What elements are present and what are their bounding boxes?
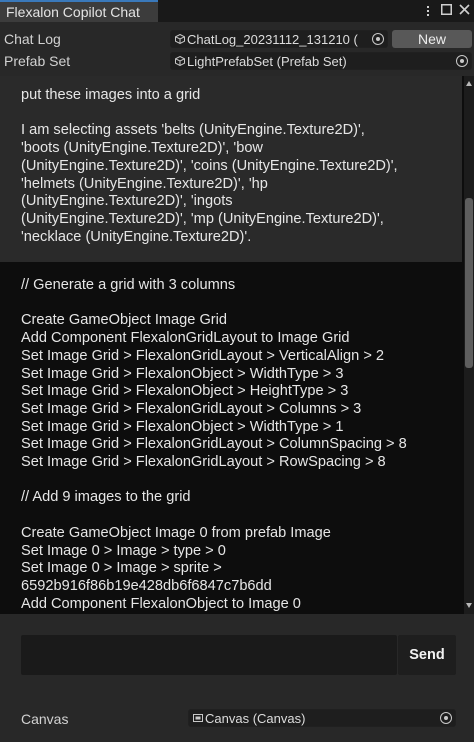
assistant-message-line: Set Image 0 > Image > type > 0 <box>21 542 226 559</box>
chat-log-value: ChatLog_20231112_131210 ( <box>187 32 358 47</box>
object-picker-icon[interactable] <box>440 712 452 724</box>
more-icon[interactable] <box>422 4 434 18</box>
assistant-message-line: // Add 9 images to the grid <box>21 489 191 506</box>
prefab-set-value: LightPrefabSet (Prefab Set) <box>187 54 347 69</box>
chat-log-label: Chat Log <box>4 31 61 47</box>
assistant-message-line: Set Image Grid > FlexalonObject > WidthT… <box>21 365 344 382</box>
user-message-line: put these images into a grid <box>21 87 201 103</box>
assistant-message-line: Add Component FlexalonGridLayout to Imag… <box>21 330 350 347</box>
object-picker-icon[interactable] <box>372 33 384 45</box>
title-bar: Flexalon Copilot Chat <box>0 0 474 22</box>
user-message-line: I am selecting assets 'belts (UnityEngin… <box>21 122 365 139</box>
tab-title: Flexalon Copilot Chat <box>6 4 140 20</box>
footer: Canvas Canvas (Canvas) <box>0 700 474 742</box>
chat-log-field[interactable]: ChatLog_20231112_131210 ( <box>170 30 388 48</box>
assistant-message-line: Set Image Grid > FlexalonObject > WidthT… <box>21 418 344 435</box>
scrollbar-thumb[interactable] <box>465 198 473 368</box>
user-message-line: 'boots (UnityEngine.Texture2D)', 'bow <box>21 140 263 157</box>
assistant-message-line: Set Image Grid > FlexalonObject > Height… <box>21 383 349 400</box>
chat-input[interactable] <box>21 635 397 675</box>
scriptable-object-icon <box>175 34 185 44</box>
user-message-line: 'helmets (UnityEngine.Texture2D)', 'hp <box>21 175 268 192</box>
canvas-value: Canvas (Canvas) <box>205 711 306 726</box>
assistant-message-line: Set Image Grid > FlexalonGridLayout > Co… <box>21 436 407 453</box>
assistant-message-line: Set Image Grid > FlexalonGridLayout > Ve… <box>21 347 385 364</box>
prefab-set-label: Prefab Set <box>4 53 71 69</box>
user-message-line: 'necklace (UnityEngine.Texture2D)'. <box>21 228 252 245</box>
assistant-message-line: Create GameObject Image 0 from prefab Im… <box>21 524 331 541</box>
assistant-message-line: Create GameObject Image Grid <box>21 312 228 329</box>
assistant-message-line: // Generate a grid with 3 columns <box>21 277 236 293</box>
tab-flexalon-copilot-chat[interactable]: Flexalon Copilot Chat <box>0 0 158 22</box>
assistant-message-line: Set Image Grid > FlexalonGridLayout > Ro… <box>21 454 386 470</box>
user-message-line: (UnityEngine.Texture2D)', 'coins (UnityE… <box>21 157 398 174</box>
assistant-message-line: Set Image 0 > Image > sprite > <box>21 560 222 577</box>
scroll-up-arrow-icon[interactable] <box>466 81 472 86</box>
canvas-field[interactable]: Canvas (Canvas) <box>188 709 456 727</box>
assistant-message-line: Add Component FlexalonObject to Image 0 <box>21 595 301 612</box>
chat-input-area: Send <box>0 614 474 700</box>
scroll-down-arrow-icon[interactable] <box>466 603 472 608</box>
user-message-line: (UnityEngine.Texture2D)', 'ingots <box>21 193 233 210</box>
prefab-set-field[interactable]: LightPrefabSet (Prefab Set) <box>170 52 472 70</box>
user-message: put these images into a grid I am selecti… <box>0 76 462 262</box>
canvas-label: Canvas <box>21 711 69 727</box>
new-button[interactable]: New <box>392 30 472 48</box>
object-picker-icon[interactable] <box>456 55 468 67</box>
send-button[interactable]: Send <box>398 635 456 675</box>
window-controls <box>422 2 470 20</box>
chat-scroll-view[interactable]: put these images into a grid I am selecti… <box>0 76 474 614</box>
assistant-message-line: 6592b916f86b19e428db6f6847c7b6dd <box>21 577 272 594</box>
maximize-icon[interactable] <box>440 4 452 18</box>
close-icon[interactable] <box>458 4 470 18</box>
canvas-icon <box>193 714 203 722</box>
prefab-set-row: Prefab Set LightPrefabSet (Prefab Set) <box>0 51 474 73</box>
user-message-line: (UnityEngine.Texture2D)', 'mp (UnityEngi… <box>21 210 384 227</box>
scriptable-object-icon <box>175 56 185 66</box>
assistant-message-line: Set Image Grid > FlexalonGridLayout > Co… <box>21 400 362 417</box>
